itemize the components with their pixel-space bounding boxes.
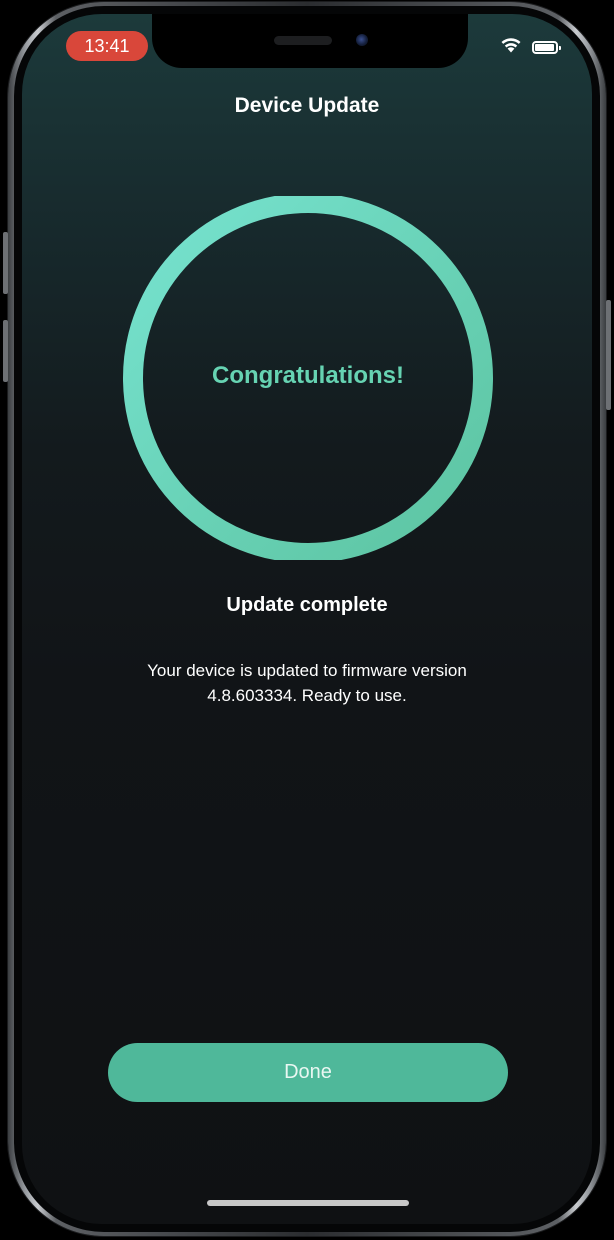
phone-screen: 13:41 Device Update Congratulations! Upd… (22, 14, 592, 1224)
battery-level (535, 43, 554, 51)
congratulations-label: Congratulations! (212, 362, 404, 389)
firmware-message-line-1: Your device is updated to firmware versi… (147, 661, 467, 680)
status-icons (500, 36, 561, 58)
status-time: 13:41 (66, 31, 148, 61)
firmware-message-line-2: 4.8.603334. Ready to use. (207, 686, 407, 705)
wifi-icon (500, 36, 522, 58)
power-button (606, 300, 611, 410)
update-complete-heading: Update complete (226, 594, 388, 616)
page: 13:41 Device Update Congratulations! Upd… (0, 0, 614, 1240)
earpiece-speaker (274, 36, 332, 45)
page-title: Device Update (234, 94, 380, 117)
battery-tip (559, 45, 561, 50)
notch (152, 14, 468, 68)
done-button[interactable]: Done (108, 1043, 508, 1102)
battery-icon (532, 40, 561, 54)
front-camera (356, 34, 368, 46)
volume-up-button (3, 232, 8, 294)
home-indicator[interactable] (207, 1200, 409, 1206)
volume-down-button (3, 320, 8, 382)
firmware-message: Your device is updated to firmware versi… (82, 658, 532, 708)
progress-ring: Congratulations! (122, 193, 494, 563)
